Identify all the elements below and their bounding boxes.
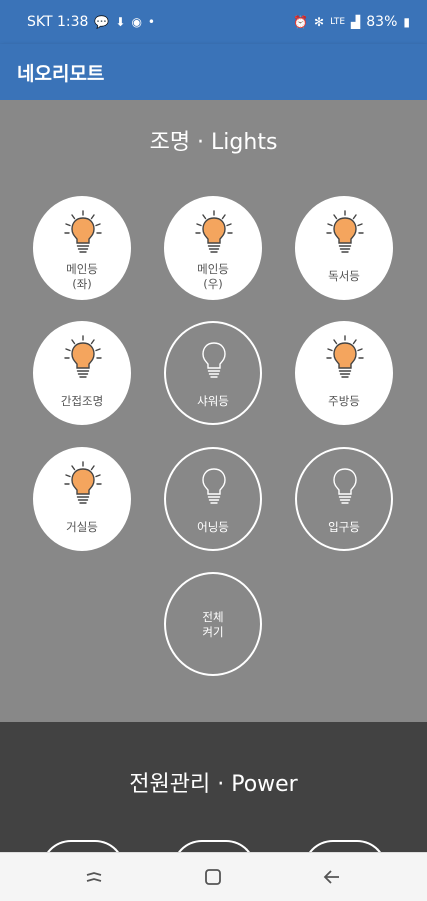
- lightbulb-outline-icon: [202, 468, 226, 504]
- signal-icon: ▟: [351, 15, 361, 29]
- light-button[interactable]: 입구등: [295, 447, 393, 551]
- light-button[interactable]: 간접조명: [33, 321, 131, 425]
- lightbulb-on-icon: [64, 461, 102, 504]
- lightbulb-on-icon: [64, 335, 102, 378]
- message-icon: 💬: [94, 15, 110, 29]
- lights-title: 조명 · Lights: [149, 130, 278, 155]
- light-button-label: 샤워등: [197, 394, 229, 408]
- light-button[interactable]: 거실등: [33, 447, 131, 551]
- light-button-label: 메인등 (좌): [66, 262, 98, 291]
- app-title: 네오리모트: [17, 63, 105, 85]
- lights-section: 조명 · Lights 메인등 (좌) 메인등 (우) 독서등간접조명 샤워등 주방등거…: [0, 100, 427, 722]
- light-button[interactable]: 주방등: [295, 321, 393, 425]
- home-button[interactable]: [201, 865, 225, 889]
- all-lights-on-button[interactable]: 전체 켜기: [164, 572, 262, 676]
- network-type: LTE: [330, 17, 346, 27]
- lightbulb-outline-icon: [333, 468, 357, 504]
- status-left: SKT 1:38 💬 ⬇ ◉ •: [27, 14, 155, 30]
- light-button-label: 주방등: [328, 394, 360, 408]
- back-button[interactable]: [320, 865, 344, 889]
- light-button-label: 어닝등: [197, 520, 229, 534]
- lightbulb-on-icon: [326, 335, 364, 378]
- all-lights-on-label: 전체 켜기: [202, 610, 224, 639]
- light-button-label: 메인등 (우): [197, 262, 229, 291]
- light-button[interactable]: 메인등 (좌): [33, 196, 131, 300]
- lightbulb-outline-icon: [202, 342, 226, 378]
- back-icon: [323, 870, 339, 884]
- battery-level: 83%: [366, 14, 398, 30]
- alarm-icon: ⏰: [293, 15, 308, 29]
- power-title: 전원관리 · Power: [129, 772, 298, 797]
- lightbulb-on-icon: [195, 210, 233, 253]
- light-button[interactable]: 메인등 (우): [164, 196, 262, 300]
- recent-apps-icon: [86, 872, 102, 882]
- recent-apps-button[interactable]: [82, 865, 106, 889]
- light-button-label: 독서등: [328, 269, 360, 283]
- app-icon: ◉: [131, 15, 142, 29]
- carrier-time: SKT 1:38: [27, 14, 89, 30]
- navigation-bar: [0, 852, 427, 901]
- power-section: 전원관리 · Power: [0, 722, 427, 870]
- light-button[interactable]: 샤워등: [164, 321, 262, 425]
- bluetooth-icon: ✻: [314, 15, 325, 29]
- app-bar: 네오리모트: [0, 44, 427, 100]
- light-button-label: 입구등: [328, 520, 360, 534]
- status-right: ⏰ ✻ LTE ▟ 83% ▮: [293, 14, 410, 30]
- battery-icon: ▮: [403, 15, 410, 29]
- more-dot-icon: •: [147, 15, 155, 29]
- light-button[interactable]: 독서등: [295, 196, 393, 300]
- home-icon: [205, 869, 221, 885]
- lightbulb-on-icon: [326, 210, 364, 253]
- light-button-label: 거실등: [66, 520, 98, 534]
- notification-icon: ⬇: [115, 15, 126, 29]
- light-button-label: 간접조명: [60, 394, 104, 408]
- lightbulb-on-icon: [64, 210, 102, 253]
- light-button[interactable]: 어닝등: [164, 447, 262, 551]
- status-bar: SKT 1:38 💬 ⬇ ◉ • ⏰ ✻ LTE ▟ 83% ▮: [0, 0, 427, 44]
